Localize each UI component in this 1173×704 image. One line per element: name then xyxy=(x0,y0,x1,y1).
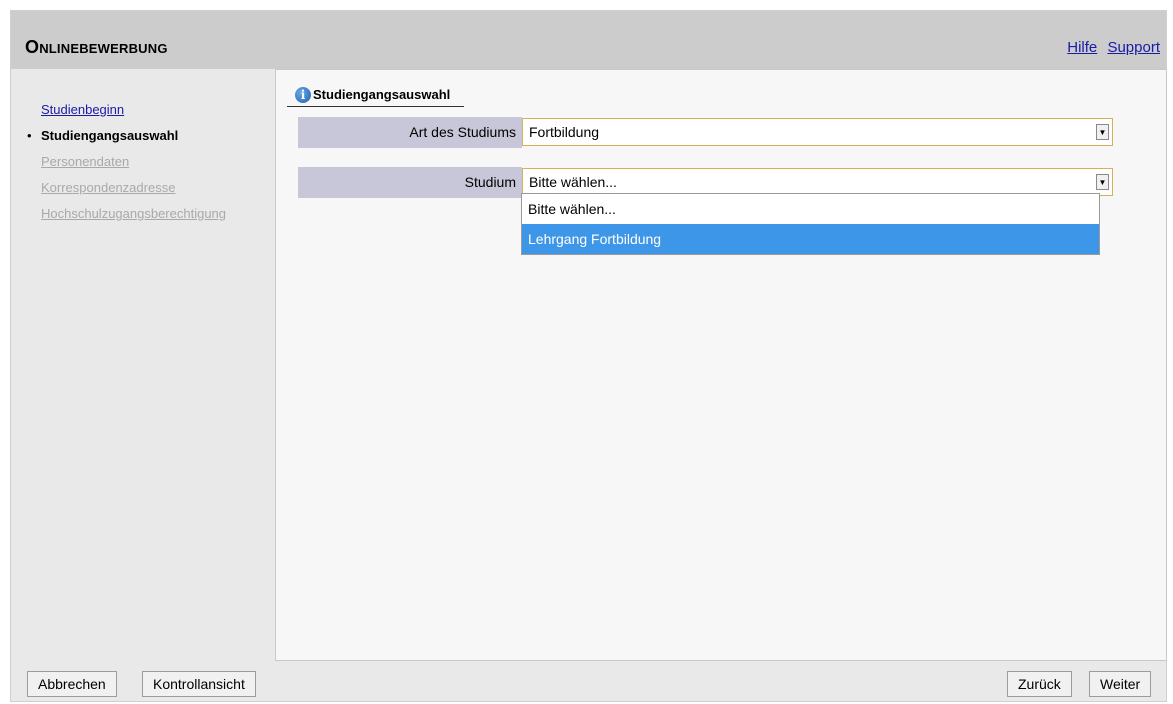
current-step-bullet: • xyxy=(27,128,32,143)
sidebar-item-korrespondenzadresse: Korrespondenzadresse xyxy=(27,175,226,201)
dropdown-option-highlighted[interactable]: Lehrgang Fortbildung xyxy=(522,224,1099,254)
studium-select[interactable]: Bitte wählen... ▼ xyxy=(522,168,1113,196)
chevron-down-icon[interactable]: ▼ xyxy=(1096,174,1109,190)
header-links: Hilfe Support xyxy=(1061,39,1160,56)
review-button[interactable]: Kontrollansicht xyxy=(142,671,256,697)
section-title: Studiengangsauswahl xyxy=(313,87,451,102)
back-button[interactable]: Zurück xyxy=(1007,671,1072,697)
step-list: Studienbeginn • Studiengangsauswahl Perso… xyxy=(27,97,226,227)
sidebar-item-label: Studiengangsauswahl xyxy=(41,128,179,143)
main-content: i Studiengangsauswahl Art des Studiums F… xyxy=(275,69,1167,661)
dropdown-option[interactable]: Bitte wählen... xyxy=(522,194,1099,224)
app-title: Onlinebewerbung xyxy=(25,37,168,57)
info-icon: i xyxy=(295,87,311,103)
sidebar-item-label: Korrespondenzadresse xyxy=(41,180,176,195)
sidebar-item-label: Hochschulzugangsberechtigung xyxy=(41,206,227,221)
sidebar-item-label: Personendaten xyxy=(41,154,130,169)
sidebar-item-studiengangsauswahl: • Studiengangsauswahl xyxy=(27,123,226,149)
cancel-button[interactable]: Abbrechen xyxy=(27,671,117,697)
help-link[interactable]: Hilfe xyxy=(1067,39,1097,56)
sidebar-item-personendaten: Personendaten xyxy=(27,149,226,175)
support-link[interactable]: Support xyxy=(1107,39,1160,56)
studium-dropdown-list: Bitte wählen... Lehrgang Fortbildung xyxy=(521,193,1100,255)
art-des-studiums-select[interactable]: Fortbildung ▼ xyxy=(522,118,1113,146)
sidebar-item-hochschulzugangsberechtigung: Hochschulzugangsberechtigung xyxy=(27,201,226,227)
field-label: Art des Studiums xyxy=(298,117,522,148)
select-value: Bitte wählen... xyxy=(529,174,617,190)
header-bar: Onlinebewerbung Hilfe Support xyxy=(11,11,1166,69)
field-label: Studium xyxy=(298,167,522,198)
application-frame: Onlinebewerbung Hilfe Support Studienbeg… xyxy=(10,10,1167,702)
field-row-art-des-studiums: Art des Studiums Fortbildung ▼ xyxy=(298,117,1113,148)
sidebar-navigation: Studienbeginn • Studiengangsauswahl Perso… xyxy=(11,69,275,661)
chevron-down-icon[interactable]: ▼ xyxy=(1096,124,1109,140)
section-tab: i Studiengangsauswahl xyxy=(287,87,465,107)
select-value: Fortbildung xyxy=(529,124,600,140)
next-button[interactable]: Weiter xyxy=(1089,671,1152,697)
footer-bar: Abbrechen Kontrollansicht Zurück Weiter xyxy=(11,661,1166,703)
sidebar-item-label[interactable]: Studienbeginn xyxy=(41,102,124,117)
sidebar-item-studienbeginn[interactable]: Studienbeginn xyxy=(27,97,226,123)
